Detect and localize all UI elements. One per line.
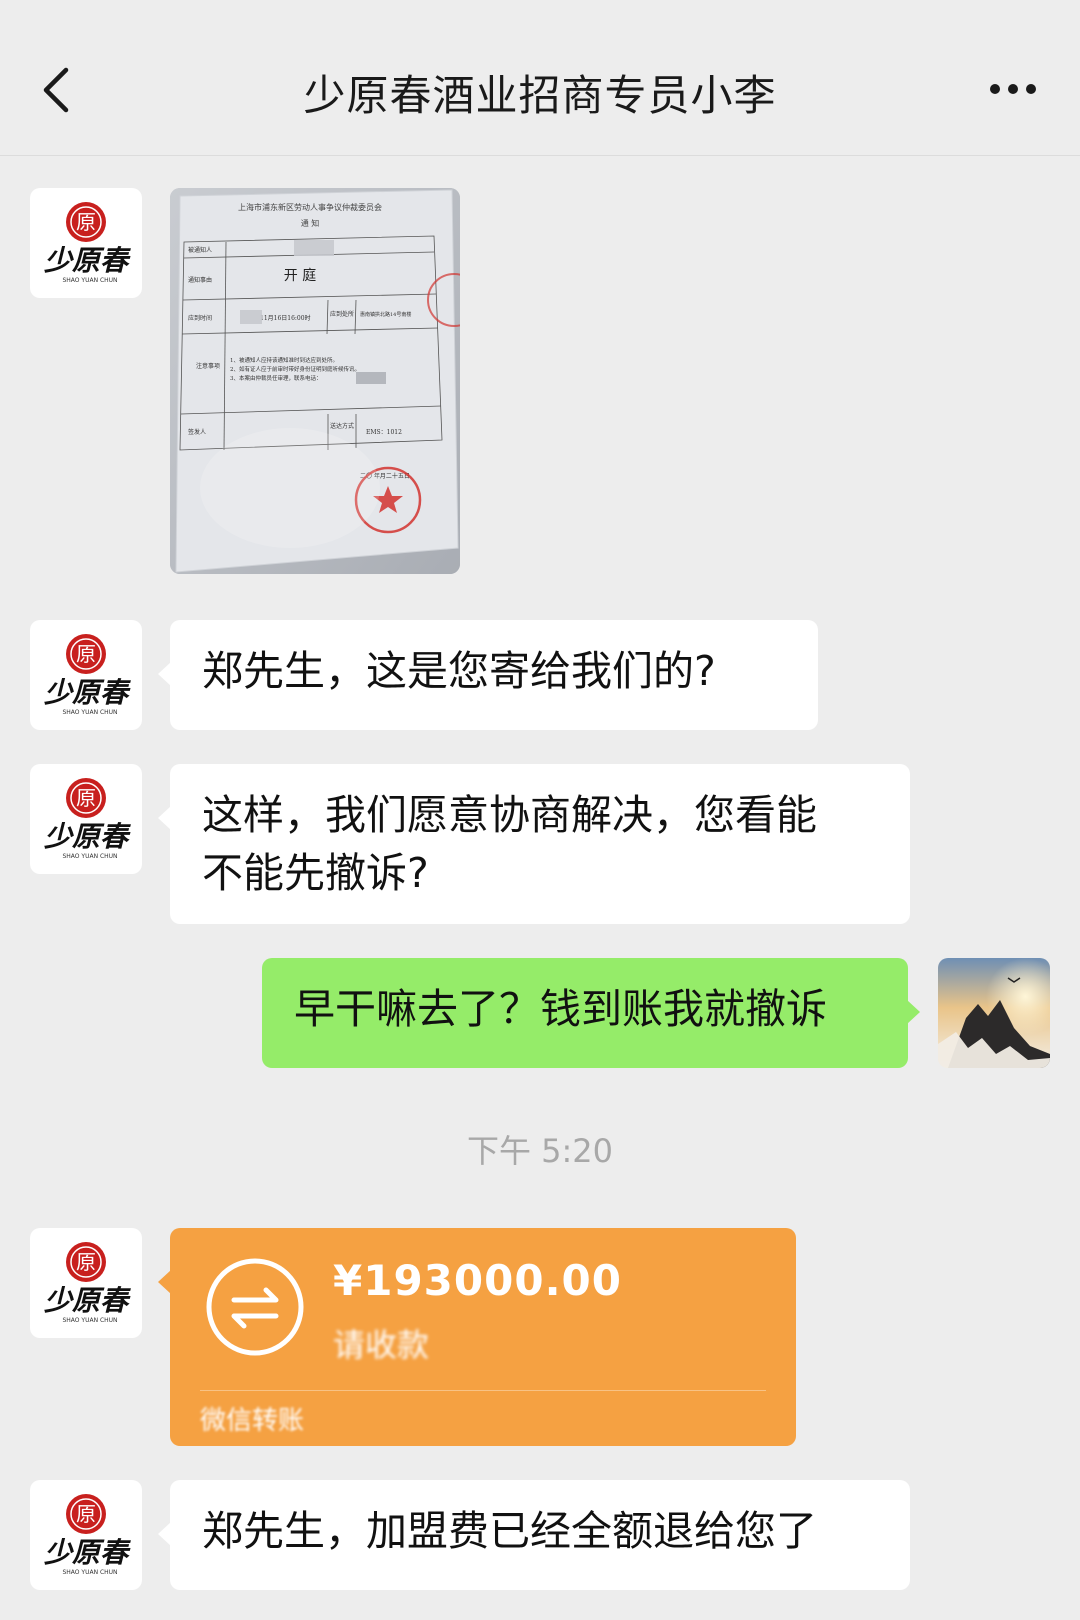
more-options-icon[interactable] bbox=[988, 76, 1038, 102]
svg-text:SHAO YUAN CHUN: SHAO YUAN CHUN bbox=[62, 709, 117, 716]
svg-text:少原春: 少原春 bbox=[44, 1536, 131, 1569]
svg-text:开 庭: 开 庭 bbox=[284, 267, 316, 284]
transfer-arrows-icon bbox=[206, 1258, 304, 1356]
transfer-note: 请收款 bbox=[333, 1326, 430, 1364]
contact-avatar[interactable]: 原 少原春 SHAO YUAN CHUN bbox=[30, 620, 142, 730]
svg-text:2、如有证人应于前审时带好身份证明到庭听候传讯。: 2、如有证人应于前审时带好身份证明到庭听候传讯。 bbox=[230, 365, 360, 373]
svg-text:原: 原 bbox=[76, 1250, 96, 1274]
svg-text:SHAO YUAN CHUN: SHAO YUAN CHUN bbox=[62, 277, 117, 284]
message-text-line: 这样，我们愿意协商解决，您看能 bbox=[202, 791, 817, 839]
contact-avatar[interactable]: 原 少原春 SHAO YUAN CHUN bbox=[30, 188, 142, 298]
svg-text:送达方式: 送达方式 bbox=[330, 422, 354, 430]
svg-text:原: 原 bbox=[76, 210, 96, 234]
contact-avatar[interactable]: 原 少原春 SHAO YUAN CHUN bbox=[30, 764, 142, 874]
message-bubble[interactable]: 这样，我们愿意协商解决，您看能 不能先撤诉? bbox=[158, 764, 910, 924]
message-bubble[interactable]: 郑先生，加盟费已经全额退给您了 bbox=[158, 1480, 910, 1590]
svg-text:SHAO YUAN CHUN: SHAO YUAN CHUN bbox=[62, 853, 117, 860]
svg-text:上海市浦东新区劳动人事争议仲裁委员会: 上海市浦东新区劳动人事争议仲裁委员会 bbox=[238, 202, 382, 212]
svg-text:SHAO YUAN CHUN: SHAO YUAN CHUN bbox=[62, 1569, 117, 1576]
arbitration-notice-photo: 上海市浦东新区劳动人事争议仲裁委员会 通 知 被通知人 通知事由 应到时间 注意… bbox=[170, 188, 460, 574]
svg-text:通知事由: 通知事由 bbox=[188, 276, 212, 284]
svg-text:3、本案由仲裁员任审理，联系电话：: 3、本案由仲裁员任审理，联系电话： bbox=[230, 374, 322, 382]
shaoyuanchun-logo-icon: 原 少原春 SHAO YUAN CHUN bbox=[44, 778, 131, 860]
message-bubble[interactable]: 郑先生，这是您寄给我们的? bbox=[158, 620, 818, 730]
svg-text:EMS：1012: EMS：1012 bbox=[366, 429, 402, 436]
svg-text:惠南镇拱北路14号南楼: 惠南镇拱北路14号南楼 bbox=[360, 311, 411, 318]
self-avatar[interactable] bbox=[938, 958, 1050, 1068]
svg-text:原: 原 bbox=[76, 1502, 96, 1526]
contact-avatar[interactable]: 原 少原春 SHAO YUAN CHUN bbox=[30, 1228, 142, 1338]
contact-avatar[interactable]: 原 少原春 SHAO YUAN CHUN bbox=[30, 1480, 142, 1590]
svg-text:少原春: 少原春 bbox=[44, 1284, 131, 1317]
svg-text:SHAO YUAN CHUN: SHAO YUAN CHUN bbox=[62, 1317, 117, 1324]
svg-text:1、被通知人应持该通知准时到达应到处所。: 1、被通知人应持该通知准时到达应到处所。 bbox=[230, 356, 338, 364]
self-message-bubble[interactable]: 早干嘛去了？钱到账我就撤诉 bbox=[262, 958, 920, 1068]
svg-text:原: 原 bbox=[76, 642, 96, 666]
photo-message[interactable]: 上海市浦东新区劳动人事争议仲裁委员会 通 知 被通知人 通知事由 应到时间 注意… bbox=[170, 188, 460, 574]
svg-text:应到处所: 应到处所 bbox=[330, 310, 354, 318]
transfer-card[interactable]: ¥193000.00 请收款 微信转账 bbox=[158, 1228, 796, 1446]
svg-text:被通知人: 被通知人 bbox=[188, 246, 212, 254]
chat-header: 少原春酒业招商专员小李 bbox=[0, 0, 1080, 156]
svg-text:原: 原 bbox=[76, 786, 96, 810]
message-text: 郑先生，加盟费已经全额退给您了 bbox=[202, 1507, 817, 1555]
shaoyuanchun-logo-icon: 原 少原春 SHAO YUAN CHUN bbox=[44, 634, 131, 716]
svg-text:签发人: 签发人 bbox=[188, 428, 206, 436]
svg-text:少原春: 少原春 bbox=[44, 244, 131, 277]
time-label: 下午 5:20 bbox=[466, 1132, 614, 1170]
shaoyuanchun-logo-icon: 原 少原春 SHAO YUAN CHUN bbox=[44, 202, 131, 284]
svg-text:注意事项: 注意事项 bbox=[196, 362, 220, 370]
message-text-line: 不能先撤诉? bbox=[202, 849, 429, 897]
message-text: 郑先生，这是您寄给我们的? bbox=[202, 647, 716, 695]
shaoyuanchun-logo-icon: 原 少原春 SHAO YUAN CHUN bbox=[44, 1494, 131, 1576]
message-text: 早干嘛去了？钱到账我就撤诉 bbox=[294, 985, 827, 1033]
divider bbox=[200, 1390, 766, 1391]
transfer-amount: ¥193000.00 bbox=[333, 1256, 622, 1305]
shaoyuanchun-logo-icon: 原 少原春 SHAO YUAN CHUN bbox=[44, 1242, 131, 1324]
svg-text:11月16日16:00时: 11月16日16:00时 bbox=[260, 314, 311, 322]
svg-text:少原春: 少原春 bbox=[44, 820, 131, 853]
svg-text:通 知: 通 知 bbox=[301, 218, 320, 228]
mountain-sunrise-avatar-icon bbox=[938, 958, 1050, 1068]
svg-text:应到时间: 应到时间 bbox=[188, 314, 212, 322]
transfer-source-label: 微信转账 bbox=[200, 1406, 305, 1436]
chat-title: 少原春酒业招商专员小李 bbox=[303, 71, 777, 120]
svg-text:少原春: 少原春 bbox=[44, 676, 131, 709]
